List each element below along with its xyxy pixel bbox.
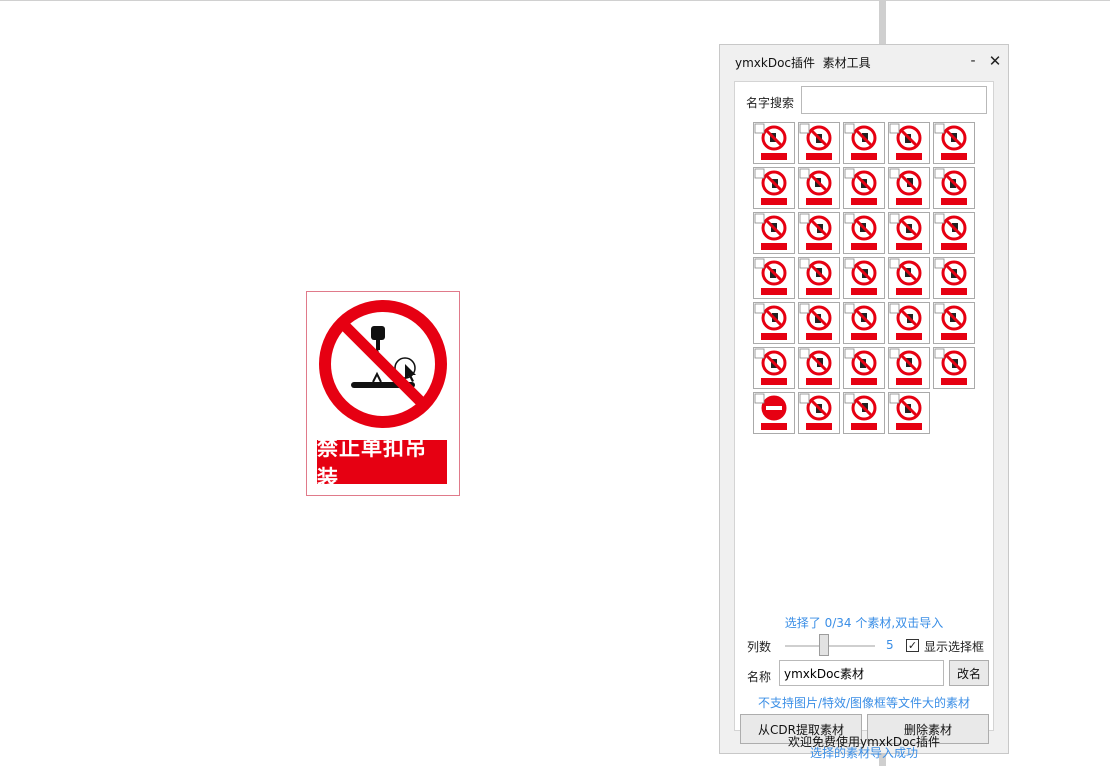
prohibition-sign-icon <box>889 258 922 295</box>
material-tile[interactable] <box>753 392 795 434</box>
canvas-safety-sign[interactable]: 禁止单扣吊装 <box>306 291 460 496</box>
material-tile[interactable] <box>753 302 795 344</box>
no-single-hook-lifting-icon <box>319 300 447 428</box>
prohibition-sign-icon <box>799 348 832 385</box>
columns-label: 列数 <box>747 640 772 654</box>
panel-content: 名字搜索 选择了 0/34 个素材,双击导入 列数 5 ✓ 显示选择框 名称 改… <box>734 81 994 760</box>
prohibition-sign-icon <box>934 258 967 295</box>
show-select-box-checkbox[interactable]: ✓ <box>906 639 919 652</box>
rename-button[interactable]: 改名 <box>949 660 989 686</box>
material-tile[interactable] <box>798 302 840 344</box>
prohibition-sign-icon <box>889 168 922 205</box>
close-icon[interactable]: ✕ <box>987 51 1003 71</box>
prohibition-sign-icon <box>754 303 787 340</box>
prohibition-sign-icon <box>889 213 922 250</box>
prohibition-sign-icon <box>889 348 922 385</box>
top-divider <box>0 0 1110 1</box>
prohibition-sign-icon <box>799 303 832 340</box>
prohibition-sign-icon <box>799 213 832 250</box>
material-tile[interactable] <box>888 122 930 164</box>
material-tile[interactable] <box>798 347 840 389</box>
material-tool-panel: ymxkDoc插件 素材工具 - ✕ 名字搜索 选择了 0/34 个素材,双击导… <box>719 44 1009 760</box>
prohibition-sign-icon <box>934 168 967 205</box>
material-tile[interactable] <box>843 167 885 209</box>
prohibition-sign-icon <box>754 123 787 160</box>
material-tile[interactable] <box>843 257 885 299</box>
material-tile[interactable] <box>933 167 975 209</box>
material-tile[interactable] <box>933 212 975 254</box>
columns-slider-thumb[interactable] <box>819 634 829 656</box>
prohibition-sign-icon <box>934 303 967 340</box>
columns-slider-track[interactable] <box>785 645 875 647</box>
material-tile[interactable] <box>933 257 975 299</box>
material-tile[interactable] <box>888 347 930 389</box>
material-tile[interactable] <box>798 167 840 209</box>
material-tile[interactable] <box>798 212 840 254</box>
prohibition-sign-icon <box>799 258 832 295</box>
material-tile[interactable] <box>843 302 885 344</box>
prohibition-sign-icon <box>799 168 832 205</box>
search-label: 名字搜索 <box>746 96 795 110</box>
sign-caption: 禁止单扣吊装 <box>317 436 447 490</box>
panel-titlebar[interactable]: ymxkDoc插件 素材工具 - ✕ <box>720 45 1008 77</box>
name-label: 名称 <box>747 670 772 684</box>
material-tile[interactable] <box>753 167 795 209</box>
panel-footer: 欢迎免费使用ymxkDoc插件 <box>787 735 941 749</box>
minimize-icon[interactable]: - <box>966 51 980 71</box>
material-tile[interactable] <box>888 392 930 434</box>
material-tile[interactable] <box>933 302 975 344</box>
prohibition-sign-icon <box>844 303 877 340</box>
prohibition-sign-icon <box>754 348 787 385</box>
unsupported-warning: 不支持图片/特效/图像框等文件大的素材 <box>757 696 971 710</box>
prohibition-sign-icon <box>934 123 967 160</box>
prohibition-sign-icon <box>799 393 832 430</box>
prohibition-sign-icon <box>844 393 877 430</box>
material-tile[interactable] <box>753 347 795 389</box>
material-tile[interactable] <box>843 122 885 164</box>
prohibition-sign-icon <box>844 348 877 385</box>
material-tile[interactable] <box>753 257 795 299</box>
material-tile[interactable] <box>843 392 885 434</box>
search-input[interactable] <box>801 86 987 114</box>
show-select-box-label: 显示选择框 <box>924 640 985 654</box>
prohibition-sign-icon <box>754 213 787 250</box>
prohibition-sign-icon <box>934 213 967 250</box>
prohibition-sign-icon <box>754 258 787 295</box>
prohibition-sign-icon <box>889 303 922 340</box>
material-tile[interactable] <box>753 122 795 164</box>
prohibition-sign-icon <box>844 258 877 295</box>
material-tile[interactable] <box>933 347 975 389</box>
prohibition-sign-icon <box>799 123 832 160</box>
material-tile[interactable] <box>933 122 975 164</box>
panel-title: ymxkDoc插件 素材工具 <box>735 56 871 70</box>
material-tile[interactable] <box>798 122 840 164</box>
prohibition-sign-icon <box>934 348 967 385</box>
material-tile[interactable] <box>843 347 885 389</box>
name-input[interactable] <box>779 660 944 686</box>
prohibition-sign-icon <box>844 123 877 160</box>
prohibition-sign-icon <box>889 123 922 160</box>
material-tile[interactable] <box>888 167 930 209</box>
material-tile[interactable] <box>843 212 885 254</box>
columns-value: 5 <box>886 638 894 652</box>
prohibition-sign-icon <box>754 393 787 430</box>
material-tile[interactable] <box>753 212 795 254</box>
material-tile[interactable] <box>798 257 840 299</box>
material-tile[interactable] <box>888 302 930 344</box>
material-tile[interactable] <box>888 212 930 254</box>
selection-status: 选择了 0/34 个素材,双击导入 <box>784 616 944 630</box>
material-tile[interactable] <box>798 392 840 434</box>
prohibition-sign-icon <box>754 168 787 205</box>
check-icon: ✓ <box>907 639 918 652</box>
prohibition-sign-icon <box>844 213 877 250</box>
prohibition-sign-icon <box>844 168 877 205</box>
material-tile[interactable] <box>888 257 930 299</box>
prohibition-sign-icon <box>889 393 922 430</box>
page-edge-marker <box>879 0 886 44</box>
